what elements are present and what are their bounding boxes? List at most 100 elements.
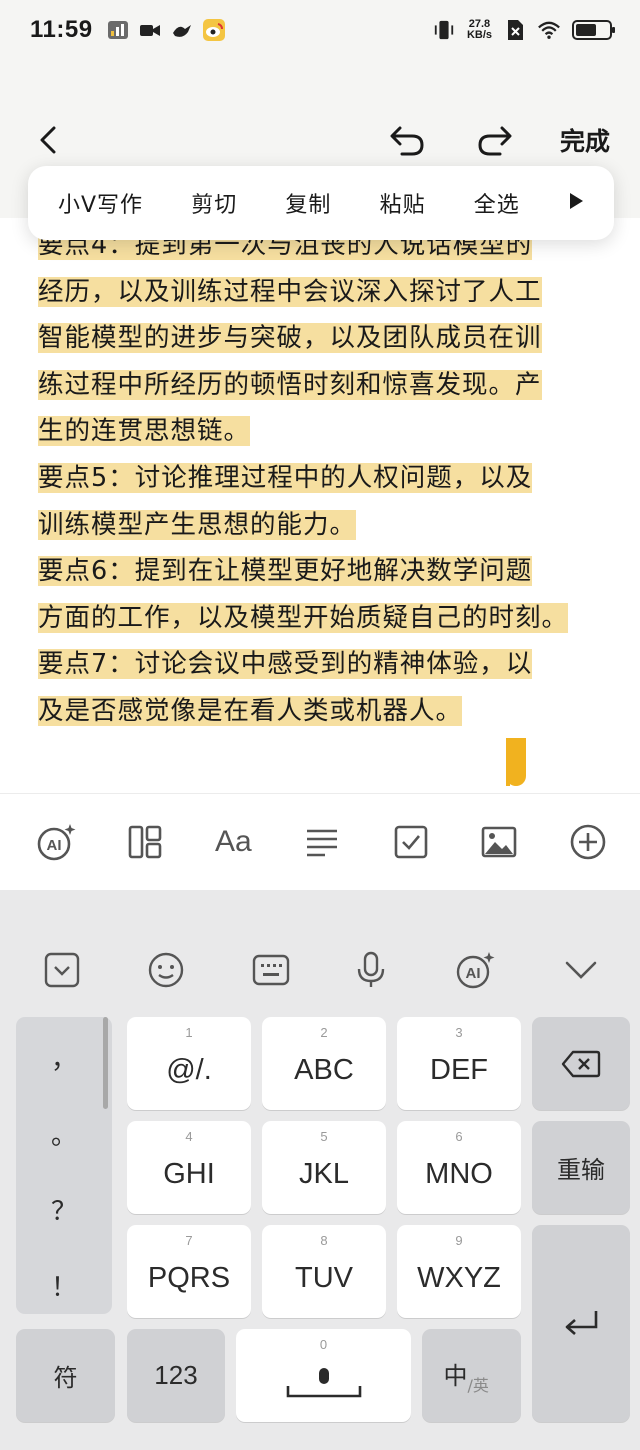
text-style-button[interactable]: Aa	[211, 820, 255, 864]
ime-keyboard: AI ， 。 ？ ！ 1 @/. 2 ABC 3 DEF 4 GHI 5 JKL…	[0, 890, 640, 1450]
redo-button[interactable]	[474, 122, 514, 158]
selected-text-line: 方面的工作，以及模型开始质疑自己的时刻。	[38, 595, 612, 642]
key-number: 3	[455, 1025, 463, 1040]
bird-icon	[171, 19, 193, 41]
ai-icon: AI	[456, 952, 495, 989]
note-editor[interactable]: 要点4：提到第一次与沮丧的人说话模型的 经历，以及训练过程中会议深入探讨了人工 智能…	[0, 218, 640, 793]
keyboard-switch-button[interactable]	[252, 953, 290, 987]
undo-icon	[390, 126, 424, 156]
punct-comma[interactable]: ，	[16, 1039, 112, 1076]
network-speed: 27.8 KB/s	[467, 19, 492, 41]
undo-button[interactable]	[388, 122, 428, 158]
layout-icon	[128, 825, 161, 859]
backspace-icon	[561, 1050, 601, 1077]
selected-text[interactable]: 要点4：提到第一次与沮丧的人说话模型的 经历，以及训练过程中会议深入探讨了人工 智能…	[38, 222, 612, 735]
selected-text-line: 训练模型产生思想的能力。	[38, 502, 612, 549]
backspace-key[interactable]	[532, 1017, 630, 1110]
checkbox-icon	[394, 825, 427, 859]
wifi-icon	[538, 19, 560, 41]
insert-image-button[interactable]	[477, 820, 521, 864]
template-button[interactable]	[123, 820, 167, 864]
selected-text-line: 智能模型的进步与突破，以及团队成员在训	[38, 315, 612, 362]
selected-text-line: 经历，以及训练过程中会议深入探讨了人工	[38, 269, 612, 316]
key-2[interactable]: 2 ABC	[262, 1017, 386, 1110]
done-button[interactable]: 完成	[560, 122, 610, 158]
voice-input-button[interactable]	[356, 951, 386, 989]
key-7[interactable]: 7 PQRS	[127, 1225, 251, 1318]
format-toolbar: AI Aa	[0, 793, 640, 890]
key-9[interactable]: 9 WXYZ	[397, 1225, 521, 1318]
chevron-down-icon	[565, 961, 597, 979]
no-sim-icon	[504, 19, 526, 41]
menu-more-button[interactable]	[568, 192, 584, 215]
keyboard-menu-button[interactable]	[44, 952, 80, 988]
network-speed-unit: KB/s	[466, 29, 492, 41]
punct-period[interactable]: 。	[16, 1115, 112, 1152]
selected-text-line: 要点7：讨论会议中感受到的精神体验，以	[38, 641, 612, 688]
plus-circle-icon	[570, 824, 606, 860]
selected-text-line-content: 练过程中所经历的顿悟时刻和惊喜发现。产	[38, 369, 542, 400]
chevron-box-icon	[44, 952, 80, 988]
insert-more-button[interactable]	[566, 820, 610, 864]
key-label: JKL	[299, 1158, 349, 1190]
menu-item-cut[interactable]: 剪切	[191, 187, 237, 219]
key-6[interactable]: 6 MNO	[397, 1121, 521, 1214]
reenter-label: 重输	[557, 1156, 605, 1184]
symbol-key[interactable]: 符	[16, 1329, 115, 1422]
selected-text-line: 练过程中所经历的顿悟时刻和惊喜发现。产	[38, 362, 612, 409]
punctuation-scrollbar[interactable]	[103, 1017, 108, 1109]
reenter-key[interactable]: 重输	[532, 1121, 630, 1214]
hide-keyboard-button[interactable]	[564, 959, 598, 981]
enter-key[interactable]	[532, 1225, 630, 1422]
ai-icon: AI	[37, 824, 76, 861]
keyboard-toolbar: AI	[0, 945, 640, 995]
selected-text-line-content: 要点7：讨论会议中感受到的精神体验，以	[38, 649, 533, 680]
selected-text-line: 要点6：提到在让模型更好地解决数学问题	[38, 548, 612, 595]
align-button[interactable]	[300, 820, 344, 864]
key-3[interactable]: 3 DEF	[397, 1017, 521, 1110]
keyboard-ai-button[interactable]: AI	[453, 950, 497, 990]
key-number: 9	[455, 1233, 463, 1248]
app-notification-icon	[107, 19, 129, 41]
keyboard-icon	[252, 954, 289, 986]
emoji-button[interactable]	[147, 951, 185, 989]
selected-text-line-content: 方面的工作，以及模型开始质疑自己的时刻。	[38, 602, 569, 633]
key-number: 5	[320, 1129, 328, 1144]
key-label: MNO	[425, 1158, 493, 1190]
menu-item-select-all[interactable]: 全选	[474, 187, 520, 219]
back-button[interactable]	[36, 124, 60, 156]
image-icon	[481, 826, 517, 858]
key-label: @/.	[166, 1054, 212, 1086]
battery-icon	[572, 20, 615, 40]
selected-text-line-content: 经历，以及训练过程中会议深入探讨了人工	[38, 276, 542, 307]
selected-text-line-content: 要点5：讨论推理过程中的人权问题，以及	[38, 462, 533, 493]
punct-question[interactable]: ？	[16, 1191, 112, 1228]
key-4[interactable]: 4 GHI	[127, 1121, 251, 1214]
menu-item-copy[interactable]: 复制	[285, 187, 331, 219]
redo-icon	[478, 126, 512, 156]
lang-sub-label: /英	[467, 1375, 489, 1395]
key-5[interactable]: 5 JKL	[262, 1121, 386, 1214]
enter-icon	[565, 1310, 598, 1335]
key-number: 7	[185, 1233, 193, 1248]
vibrate-icon	[433, 19, 455, 41]
space-mic-icon	[286, 1367, 361, 1397]
checklist-button[interactable]	[389, 820, 433, 864]
punctuation-list[interactable]: ， 。 ？ ！	[16, 1017, 112, 1314]
key-8[interactable]: 8 TUV	[262, 1225, 386, 1318]
numbers-key[interactable]: 123	[127, 1329, 225, 1422]
menu-item-paste[interactable]: 粘贴	[380, 187, 426, 219]
symbol-label: 符	[53, 1364, 78, 1392]
ai-icon-label: AI	[47, 837, 62, 854]
punct-exclamation[interactable]: ！	[16, 1267, 112, 1304]
key-1[interactable]: 1 @/.	[127, 1017, 251, 1110]
selection-end-handle[interactable]	[506, 738, 526, 786]
key-number: 8	[320, 1233, 328, 1248]
menu-item-ai-writing[interactable]: 小V写作	[58, 187, 143, 219]
ai-assist-button[interactable]: AI	[34, 820, 78, 864]
editor-header: 完成	[0, 110, 640, 170]
language-switch-key[interactable]: 中 /英	[422, 1329, 521, 1422]
selected-text-line-content: 智能模型的进步与突破，以及团队成员在训	[38, 323, 542, 354]
space-key[interactable]: 0	[236, 1329, 411, 1422]
status-time: 11:59	[30, 16, 93, 43]
